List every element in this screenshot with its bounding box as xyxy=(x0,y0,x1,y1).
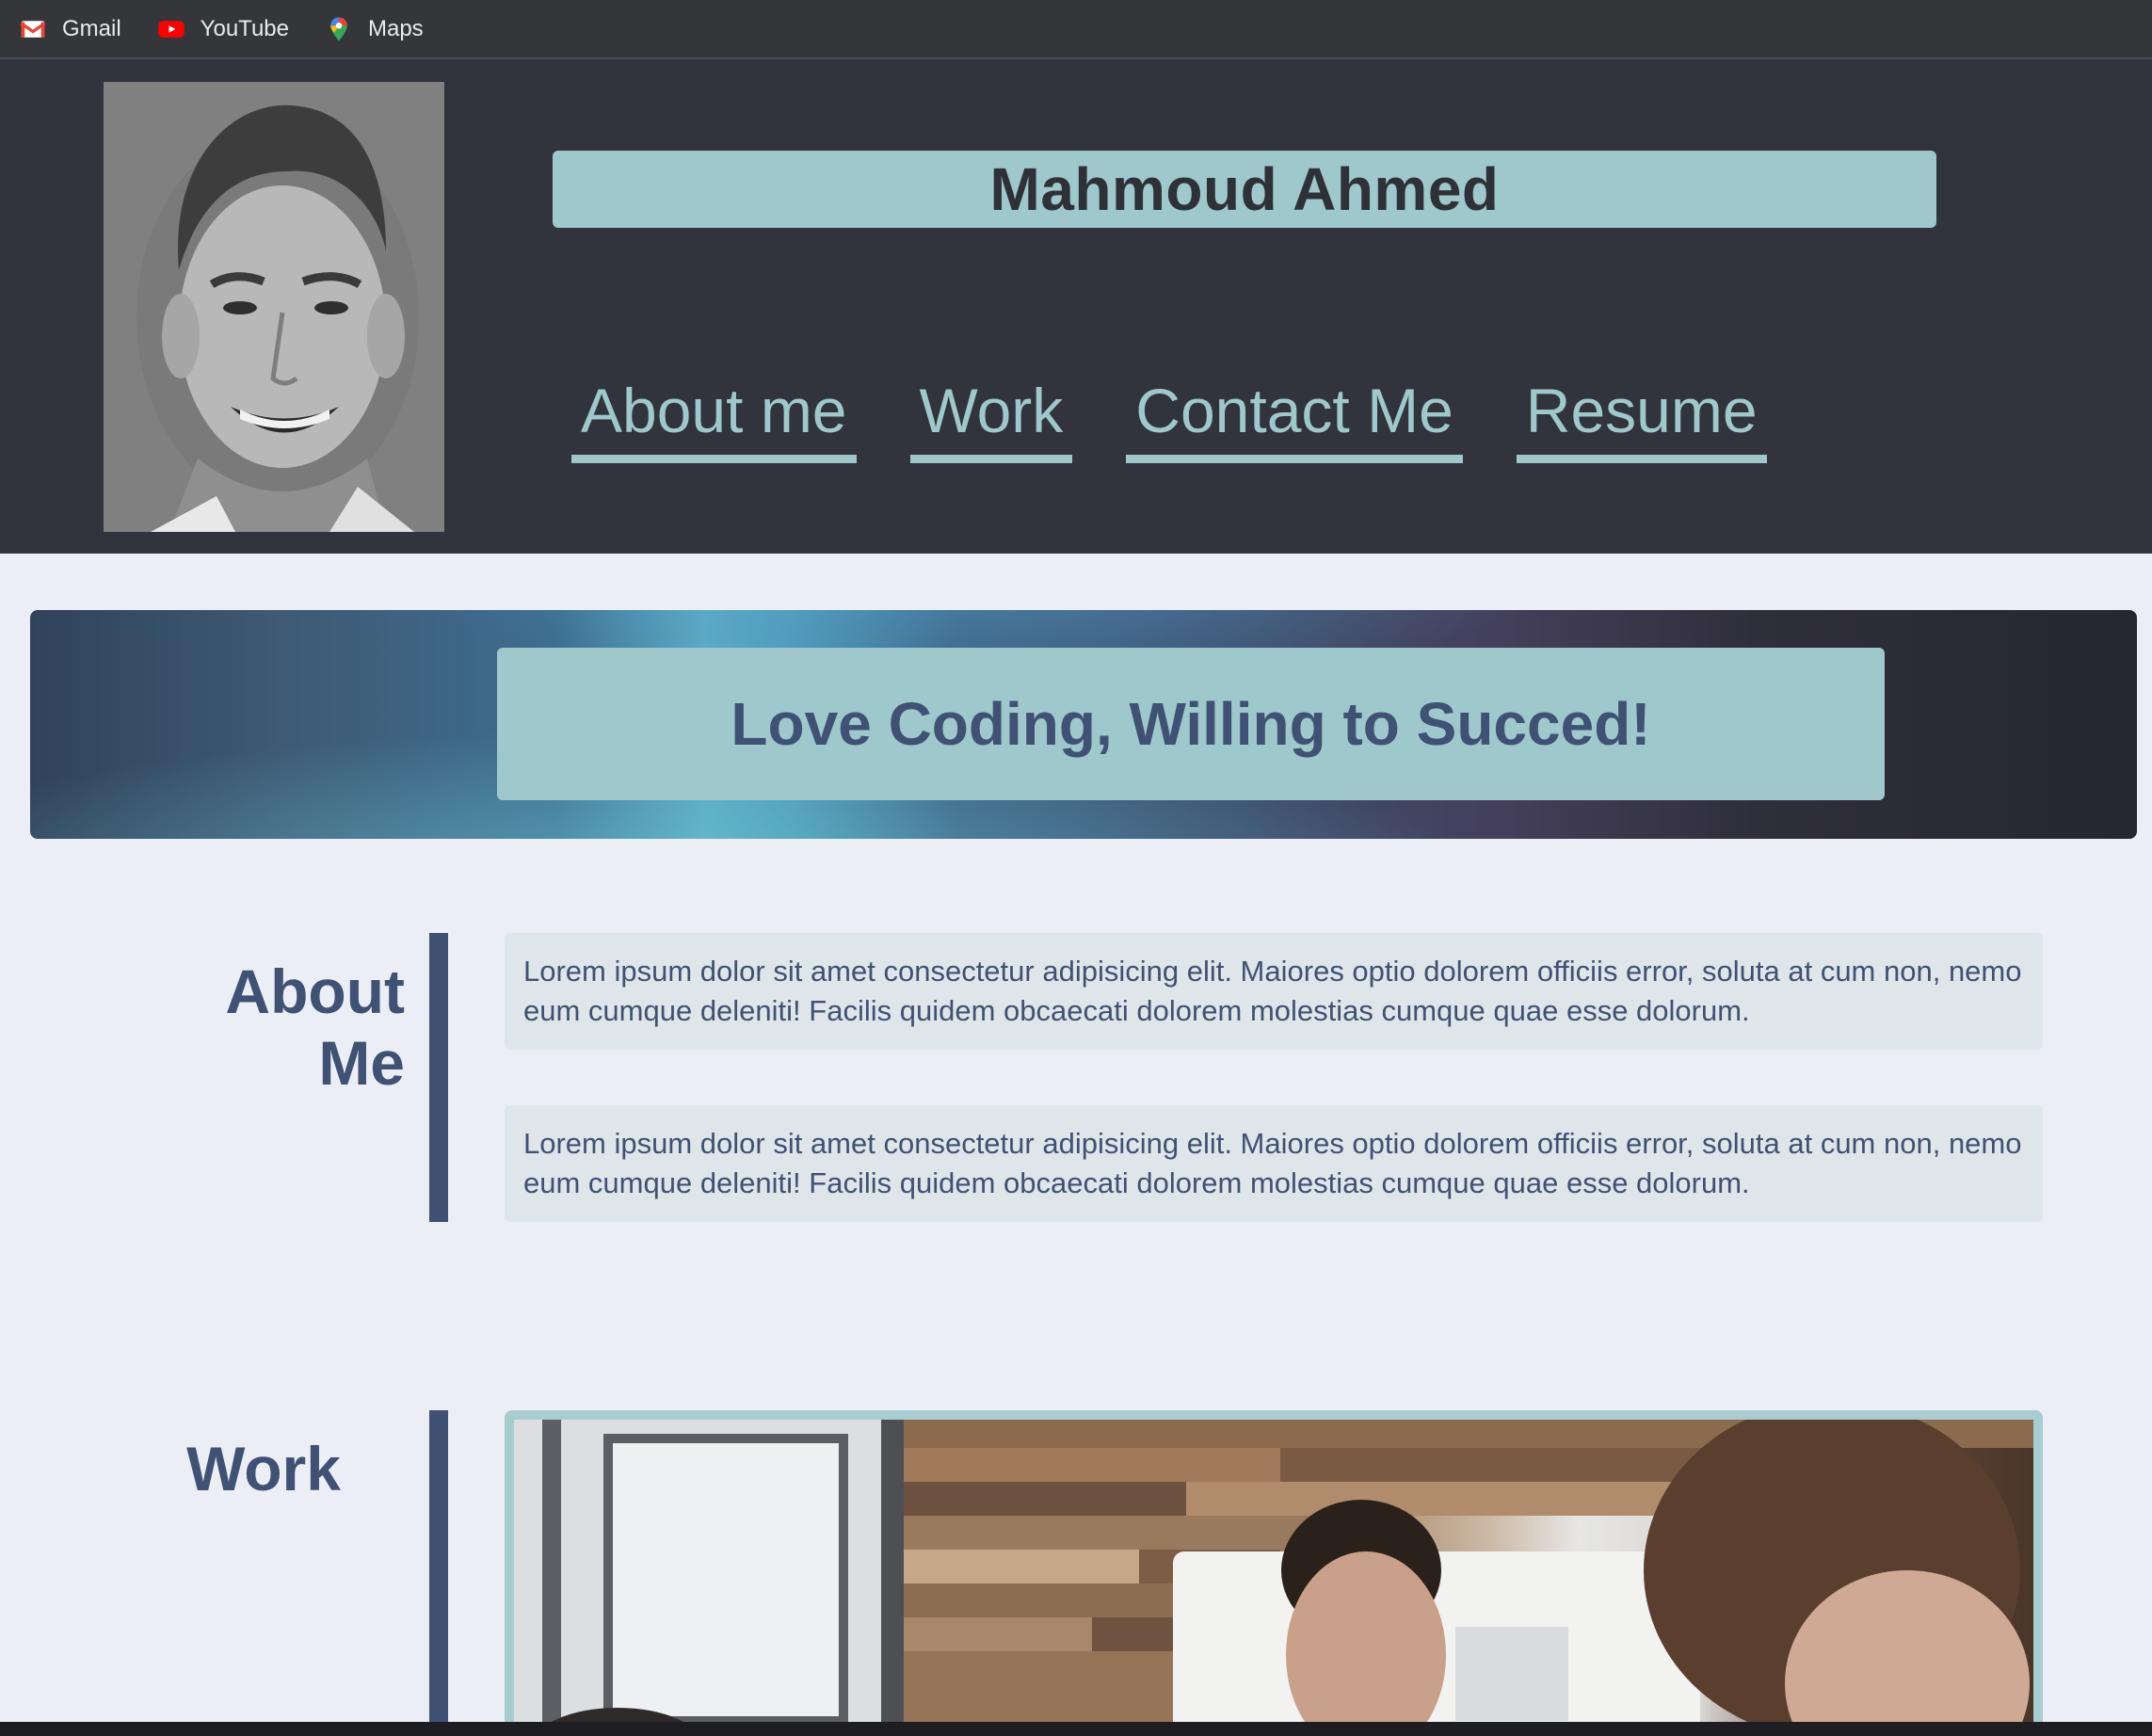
site-header: Mahmoud Ahmed About me Work Contact Me R… xyxy=(0,59,2152,554)
bookmark-youtube[interactable]: YouTube xyxy=(157,15,289,43)
about-paragraph-1: Lorem ipsum dolor sit amet consectetur a… xyxy=(505,933,2043,1050)
work-image xyxy=(505,1410,2043,1736)
profile-portrait xyxy=(104,82,444,532)
tagline-box: Love Coding, Willing to Succed! xyxy=(497,648,1885,800)
bookmarks-bar: Gmail YouTube Maps xyxy=(0,0,2152,59)
work-photo xyxy=(514,1420,2033,1736)
youtube-icon xyxy=(157,20,185,38)
nav-link-work[interactable]: Work xyxy=(909,379,1073,463)
work-divider xyxy=(429,1410,448,1736)
bookmark-label: Gmail xyxy=(62,15,121,41)
nav-link-contact-me[interactable]: Contact Me xyxy=(1126,379,1463,463)
about-divider xyxy=(429,933,448,1222)
profile-photo xyxy=(104,82,444,532)
main-nav: About me Work Contact Me Resume xyxy=(571,379,1821,463)
bookmark-label: Maps xyxy=(367,15,424,41)
about-paragraph-2: Lorem ipsum dolor sit amet consectetur a… xyxy=(505,1105,2043,1222)
nav-link-about-me[interactable]: About me xyxy=(571,379,857,463)
window-bottom-edge xyxy=(0,1722,2152,1736)
bookmark-label: YouTube xyxy=(200,15,289,41)
site-owner-name: Mahmoud Ahmed xyxy=(989,155,1500,223)
hero-banner: Love Coding, Willing to Succed! xyxy=(30,610,2137,839)
about-section-title: About Me xyxy=(225,956,405,1098)
gmail-icon xyxy=(20,20,46,38)
bookmark-gmail[interactable]: Gmail xyxy=(19,15,121,43)
nav-link-resume[interactable]: Resume xyxy=(1516,379,1767,463)
tagline-text: Love Coding, Willing to Succed! xyxy=(731,690,1651,758)
maps-icon xyxy=(330,17,347,40)
bookmark-maps[interactable]: Maps xyxy=(325,15,424,43)
name-banner: Mahmoud Ahmed xyxy=(553,151,1936,228)
work-section-title: Work xyxy=(186,1434,341,1503)
